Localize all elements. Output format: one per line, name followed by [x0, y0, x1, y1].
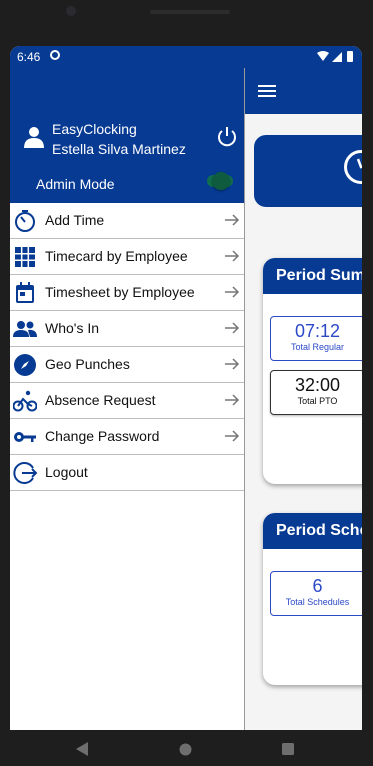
admin-mode-label: Admin Mode	[36, 176, 115, 192]
stat-total-schedules: 6 Total Schedules	[270, 571, 362, 616]
menu-item-label: Geo Punches	[45, 356, 130, 372]
drawer-header: EasyClocking Estella Silva Martinez Admi…	[10, 68, 244, 203]
signal-battery-icon	[317, 51, 353, 62]
menu-item-label: Add Time	[45, 212, 105, 228]
menu-item-label: Absence Request	[45, 392, 156, 408]
menu-item-timecard-by-employee[interactable]: Timecard by Employee	[10, 239, 244, 275]
menu-item-label: Logout	[45, 464, 88, 480]
compass-icon	[14, 354, 36, 376]
menu-icon[interactable]	[258, 85, 276, 97]
menu-item-label: Who's In	[45, 320, 100, 336]
arrow-right-icon	[225, 430, 240, 442]
logout-icon	[13, 462, 37, 484]
drawer-menu: Add Time Timecard by Employee Timesheet …	[10, 203, 244, 491]
earpiece-speaker	[150, 10, 230, 14]
device-screen: 6:46 Period Summary 07:12 Total Regular …	[10, 46, 362, 730]
stat-value: 6	[312, 576, 323, 596]
arrow-right-icon	[225, 286, 240, 298]
stat-value: 32:00	[294, 375, 341, 395]
arrow-right-icon	[225, 358, 240, 370]
arrow-right-icon	[225, 214, 240, 226]
menu-item-absence-request[interactable]: Absence Request	[10, 383, 244, 419]
calendar-icon	[16, 282, 34, 303]
card-title: Period Summary	[263, 258, 362, 294]
stat-label: Total Regular	[290, 342, 345, 352]
stat-total-pto: 32:00 Total PTO	[270, 370, 362, 415]
arrow-right-icon	[225, 322, 240, 334]
menu-item-label: Change Password	[45, 428, 160, 444]
power-icon[interactable]	[216, 126, 238, 148]
menu-item-change-password[interactable]: Change Password	[10, 419, 244, 455]
stat-value: 07:12	[294, 321, 341, 341]
menu-item-add-time[interactable]: Add Time	[10, 203, 244, 239]
stat-total-regular: 07:12 Total Regular	[270, 316, 362, 361]
app-name: EasyClocking	[52, 121, 137, 137]
menu-item-logout[interactable]: Logout	[10, 455, 244, 491]
people-icon	[13, 321, 37, 337]
front-camera	[66, 6, 76, 16]
clock-logo-icon	[344, 150, 362, 184]
status-icons	[316, 50, 356, 66]
device-top-bezel	[0, 0, 373, 46]
navigation-drawer: EasyClocking Estella Silva Martinez Admi…	[10, 68, 245, 730]
arrow-right-icon	[225, 394, 240, 406]
period-schedules-card[interactable]: Period Schedules 6 Total Schedules	[263, 513, 362, 685]
sync-icon	[50, 50, 60, 60]
key-icon	[14, 432, 36, 442]
recents-icon[interactable]	[282, 743, 294, 755]
back-icon[interactable]	[75, 742, 89, 756]
status-time: 6:46	[17, 50, 41, 64]
arrow-right-icon	[225, 250, 240, 262]
period-summary-card[interactable]: Period Summary 07:12 Total Regular 32:00…	[263, 258, 362, 484]
menu-item-whos-in[interactable]: Who's In	[10, 311, 244, 347]
user-name: Estella Silva Martinez	[52, 141, 186, 157]
menu-item-geo-punches[interactable]: Geo Punches	[10, 347, 244, 383]
card-title: Period Schedules	[263, 513, 362, 549]
menu-item-label: Timesheet by Employee	[45, 284, 195, 300]
home-icon[interactable]	[179, 743, 192, 756]
user-icon	[24, 127, 44, 148]
stat-label: Total PTO	[297, 396, 338, 406]
menu-item-timesheet-by-employee[interactable]: Timesheet by Employee	[10, 275, 244, 311]
grid-icon	[15, 247, 35, 267]
menu-item-label: Timecard by Employee	[45, 248, 188, 264]
timer-icon	[15, 210, 35, 232]
stat-label: Total Schedules	[285, 597, 350, 607]
toggle-knob[interactable]	[212, 172, 230, 190]
system-navigation-bar	[0, 730, 373, 766]
bike-icon	[13, 390, 37, 412]
status-bar: 6:46	[10, 46, 362, 68]
